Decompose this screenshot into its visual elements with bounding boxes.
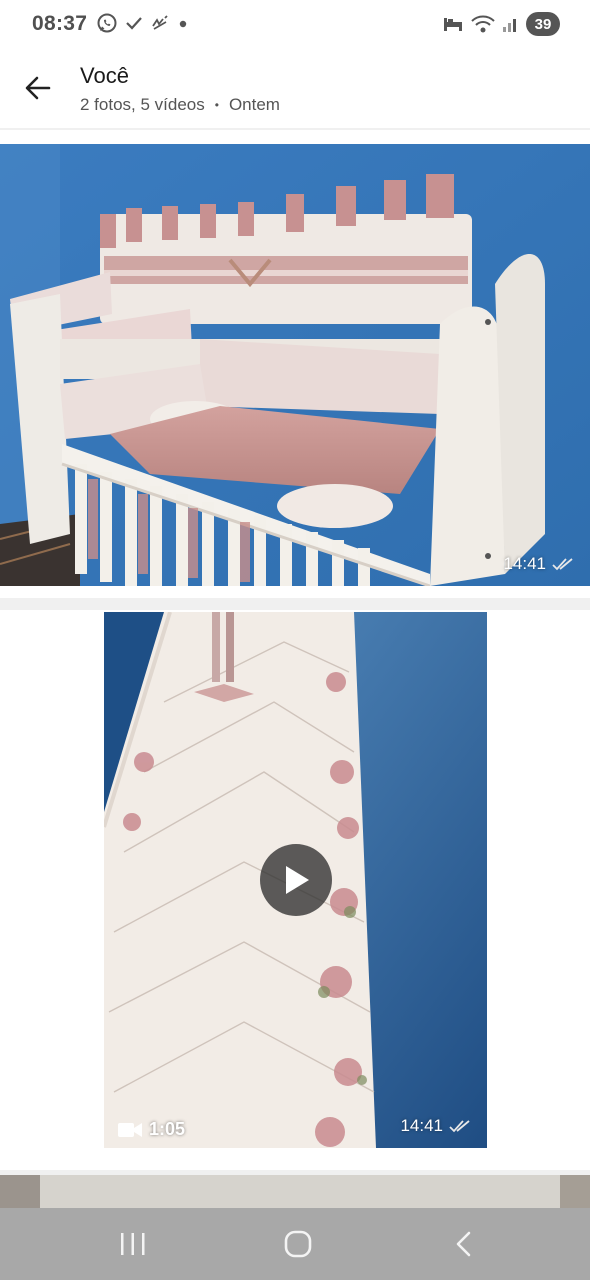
media-item-photo[interactable]: 14:41 xyxy=(0,130,590,598)
whatsapp-icon xyxy=(97,13,117,33)
crib-photo-image xyxy=(0,144,590,586)
system-back-button[interactable] xyxy=(434,1226,494,1262)
play-icon xyxy=(286,866,309,894)
wifi-icon xyxy=(471,15,495,33)
video-camera-icon xyxy=(118,1122,142,1137)
home-button[interactable] xyxy=(268,1226,328,1262)
crib-photo[interactable]: 14:41 xyxy=(0,144,590,586)
bumper-video[interactable]: 1:05 14:41 xyxy=(104,612,487,1148)
navigation-bar xyxy=(0,1208,590,1280)
media-item-photo[interactable] xyxy=(0,1175,590,1208)
media-date: Ontem xyxy=(228,95,280,114)
arrow-left-icon xyxy=(25,76,51,100)
media-timestamp: 14:41 xyxy=(503,554,574,574)
video-duration: 1:05 xyxy=(118,1119,185,1140)
recent-apps-icon xyxy=(121,1233,145,1255)
media-time: 14:41 xyxy=(503,554,546,573)
duration-text: 1:05 xyxy=(149,1119,186,1139)
media-item-video[interactable]: 1:05 14:41 xyxy=(0,610,590,1170)
dot-icon xyxy=(179,20,187,28)
media-summary: 2 fotos, 5 vídeos • Ontem xyxy=(80,95,280,115)
signal-icon xyxy=(503,19,516,32)
check-icon xyxy=(126,17,142,30)
media-count: 2 fotos, 5 vídeos xyxy=(80,95,205,114)
header: Você 2 fotos, 5 vídeos • Ontem xyxy=(0,50,590,128)
status-time: 08:37 xyxy=(32,12,88,35)
partial-photo-image xyxy=(0,1175,590,1208)
status-left-icons xyxy=(96,12,190,34)
play-button[interactable] xyxy=(260,844,332,916)
separator-dot: • xyxy=(214,98,219,112)
contact-name: Você xyxy=(80,63,129,88)
back-button[interactable] xyxy=(16,66,60,110)
bed-icon xyxy=(444,18,462,31)
double-check-icon xyxy=(552,558,573,571)
media-list[interactable]: 14:41 1:05 14:41 xyxy=(0,128,590,1208)
media-timestamp: 14:41 xyxy=(400,1116,471,1136)
double-check-icon xyxy=(449,1120,470,1133)
home-icon xyxy=(284,1230,312,1258)
battery-icon: 39 xyxy=(526,12,560,36)
media-time: 14:41 xyxy=(400,1116,443,1135)
missed-call-icon xyxy=(152,15,168,30)
chevron-left-icon xyxy=(456,1231,471,1257)
status-bar: 08:37 39 xyxy=(0,0,590,50)
status-right-icons: 39 xyxy=(442,12,560,36)
recent-apps-button[interactable] xyxy=(103,1226,163,1262)
